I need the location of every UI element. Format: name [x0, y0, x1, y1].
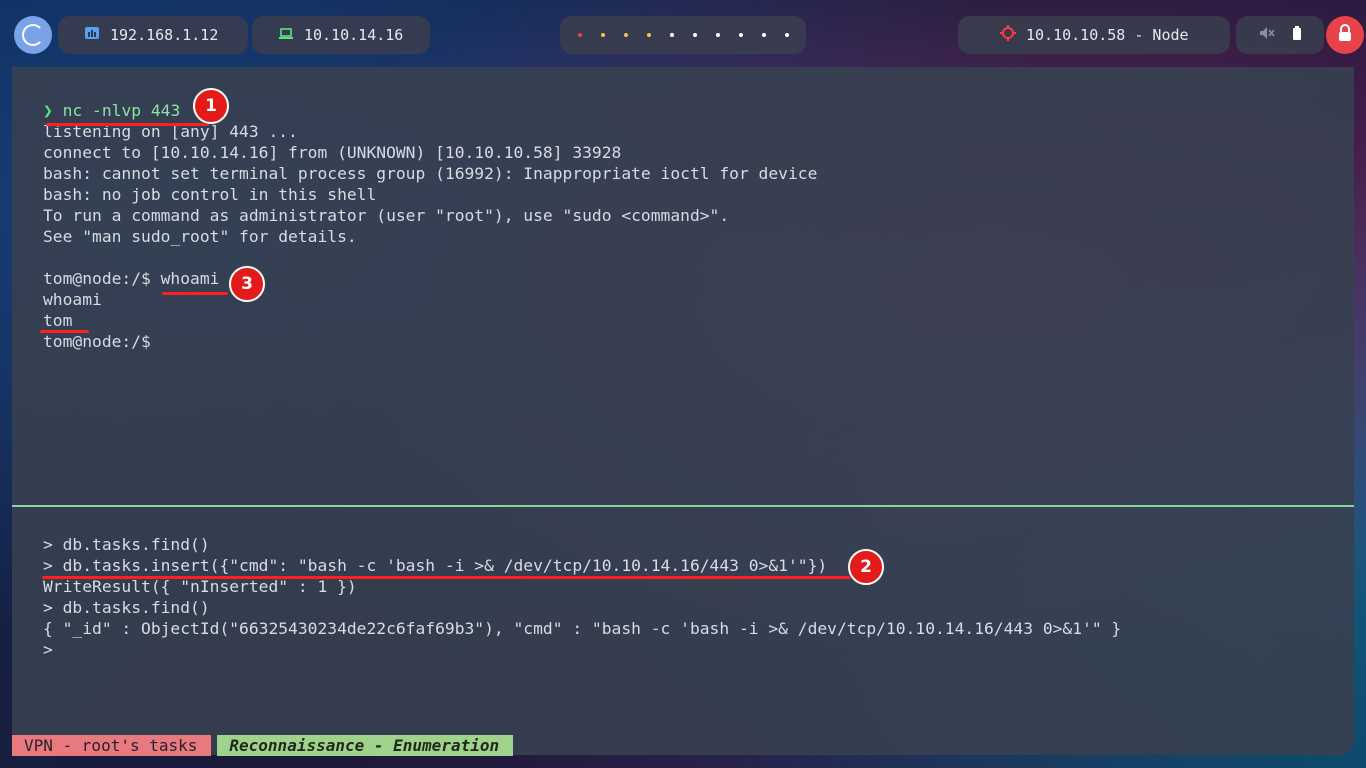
apps-menu-button[interactable] — [14, 16, 52, 54]
lock-icon — [1337, 24, 1353, 46]
annotation-badge-3: 3 — [229, 266, 265, 302]
status-window[interactable]: Reconnaissance - Enumeration — [217, 735, 514, 756]
highlight-underline-1 — [46, 123, 209, 126]
highlight-underline-tom — [40, 330, 89, 333]
top-bar: 192.168.1.12 10.10.14.16 10.10.10.58 - N… — [0, 0, 1366, 68]
command-line: ❯ nc -nlvp 443 — [43, 100, 180, 121]
shell-prompt: tom@node:/$ — [43, 332, 151, 351]
host-ip-indicator[interactable]: 192.168.1.12 — [58, 16, 248, 54]
tmux-status-bar: VPN - root's tasks Reconnaissance - Enum… — [12, 735, 514, 756]
mongo-insert-line: > db.tasks.insert({"cmd": "bash -c 'bash… — [43, 556, 828, 575]
volume-muted-icon[interactable] — [1259, 26, 1275, 44]
workspace-dot[interactable] — [669, 33, 674, 37]
target-text: 10.10.10.58 - Node — [1026, 26, 1189, 44]
workspace-dot[interactable] — [692, 33, 697, 37]
vpn-ip-text: 10.10.14.16 — [304, 26, 404, 44]
crosshair-icon — [1000, 25, 1016, 45]
netcat-command: nc -nlvp 443 — [62, 101, 181, 120]
whoami-result: tom — [43, 311, 73, 330]
network-icon — [84, 26, 100, 44]
highlight-underline-3 — [162, 292, 228, 295]
status-session[interactable]: VPN - root's tasks — [12, 735, 212, 756]
battery-icon[interactable] — [1292, 26, 1302, 44]
workspace-dot[interactable] — [646, 33, 651, 37]
workspace-dot[interactable] — [577, 33, 582, 37]
terminal-window[interactable]: ❯ nc -nlvp 443 listening on [any] 443 ..… — [12, 67, 1354, 755]
mongo-line: > db.tasks.find() — [43, 535, 210, 554]
workspace-dot[interactable] — [715, 33, 720, 37]
mongo-line: WriteResult({ "nInserted" : 1 }) — [43, 577, 357, 596]
annotation-badge-2: 2 — [848, 549, 884, 585]
terminal-output-line: See "man sudo_root" for details. — [43, 227, 357, 246]
terminal-pane-netcat[interactable]: ❯ nc -nlvp 443 listening on [any] 443 ..… — [12, 67, 1354, 505]
workspace-dot[interactable] — [761, 33, 766, 37]
target-indicator[interactable]: 10.10.10.58 - Node — [958, 16, 1230, 54]
host-ip-text: 192.168.1.12 — [110, 26, 219, 44]
mongo-line: > db.tasks.find() — [43, 598, 210, 617]
terminal-output-line: connect to [10.10.14.16] from (UNKNOWN) … — [43, 143, 622, 162]
terminal-output-line: bash: no job control in this shell — [43, 185, 377, 204]
mongo-line: { "_id" : ObjectId("66325430234de22c6faf… — [43, 619, 1122, 638]
mongo-prompt: > — [43, 640, 53, 659]
workspace-dot[interactable] — [738, 33, 743, 37]
laptop-icon — [278, 26, 294, 44]
workspace-dot[interactable] — [600, 33, 605, 37]
terminal-pane-mongo[interactable]: > db.tasks.find() > db.tasks.insert({"cm… — [12, 507, 1354, 755]
power-button[interactable] — [1326, 16, 1364, 54]
system-tray[interactable] — [1236, 16, 1324, 54]
annotation-badge-1: 1 — [193, 88, 229, 124]
shell-prompt-whoami: tom@node:/$ whoami — [43, 269, 220, 288]
vpn-ip-indicator[interactable]: 10.10.14.16 — [252, 16, 430, 54]
workspace-dot[interactable] — [623, 33, 628, 37]
terminal-output-line: whoami — [43, 290, 102, 309]
terminal-output-line: To run a command as administrator (user … — [43, 206, 730, 225]
highlight-underline-2 — [42, 576, 852, 579]
workspace-dot[interactable] — [784, 33, 789, 37]
workspace-indicator[interactable] — [560, 16, 806, 54]
terminal-output-line: bash: cannot set terminal process group … — [43, 164, 818, 183]
debian-logo-icon — [22, 24, 44, 46]
prompt-arrow-icon: ❯ — [43, 101, 53, 120]
